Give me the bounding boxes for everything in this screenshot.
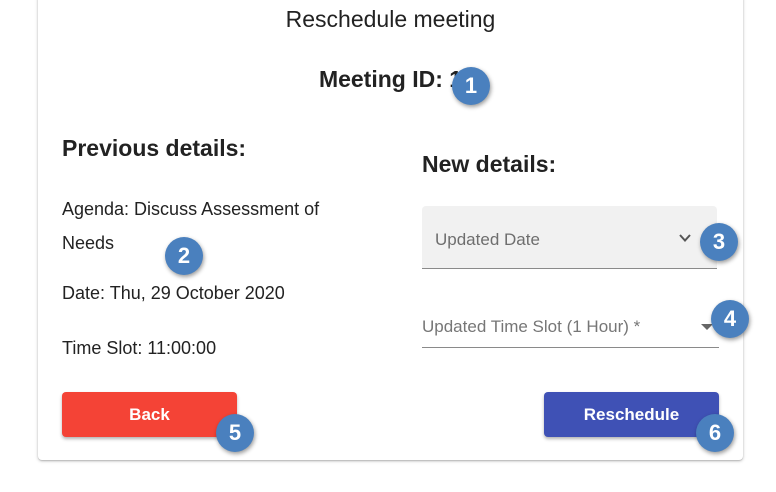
chevron-down-icon — [679, 234, 691, 242]
back-button[interactable]: Back — [62, 392, 237, 437]
annotation-badge-4: 4 — [711, 300, 749, 338]
annotation-badge-3: 3 — [700, 223, 738, 261]
previous-agenda: Agenda: Discuss Assessment of Needs — [62, 199, 320, 253]
updated-date-select[interactable]: Updated Date — [422, 206, 717, 269]
reschedule-button[interactable]: Reschedule — [544, 392, 719, 437]
updated-time-slot-select[interactable]: Updated Time Slot (1 Hour) * — [422, 306, 719, 348]
annotation-badge-2: 2 — [165, 237, 203, 275]
annotation-badge-1: 1 — [452, 67, 490, 105]
previous-details-heading: Previous details: — [62, 135, 247, 161]
updated-time-slot-placeholder: Updated Time Slot (1 Hour) * — [422, 317, 641, 336]
annotation-badge-6: 6 — [696, 414, 734, 452]
new-details-heading: New details: — [422, 151, 557, 177]
meeting-id: Meeting ID: 1 — [318, 66, 463, 92]
dialog-title: Reschedule meeting — [285, 6, 496, 32]
annotation-badge-5: 5 — [216, 414, 254, 452]
updated-date-placeholder: Updated Date — [435, 230, 540, 249]
previous-time-slot: Time Slot: 11:00:00 — [62, 338, 217, 358]
previous-date: Date: Thu, 29 October 2020 — [62, 283, 285, 303]
